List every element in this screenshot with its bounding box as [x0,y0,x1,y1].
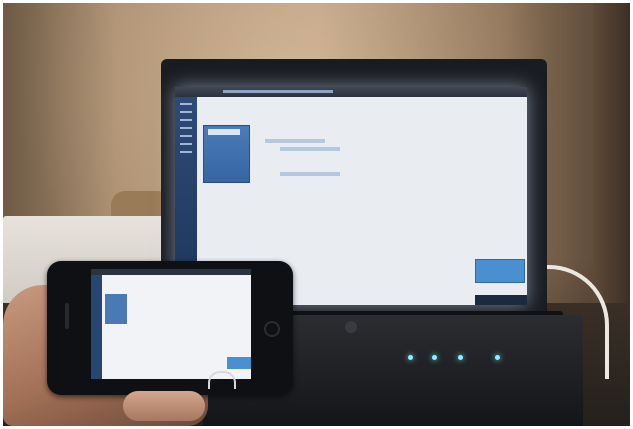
phone-app-notification [227,357,251,369]
thumb [123,391,205,421]
photo [3,3,630,426]
laptop-app-taskbar [475,295,527,305]
laptop-app-row [280,172,340,176]
status-led [458,355,463,360]
laptop-app-tile-header [208,129,240,135]
laptop-app-notification [475,259,525,283]
status-led [408,355,413,360]
laptop-app-tile [203,125,250,183]
status-led [495,355,500,360]
phone-app-sidebar [91,275,102,379]
laptop-logo [345,321,357,333]
phone-app-topbar [91,269,251,275]
laptop-app-topbar [175,87,527,97]
laptop-app-title-blur [223,90,333,93]
cup-rim [208,371,236,389]
status-led [432,355,437,360]
laptop-app-row [280,147,340,151]
phone-home-button [264,321,280,337]
phone-app-tile [105,294,127,324]
laptop-app-row [265,139,325,143]
phone-screen [91,269,251,379]
phone-speaker [65,303,69,329]
